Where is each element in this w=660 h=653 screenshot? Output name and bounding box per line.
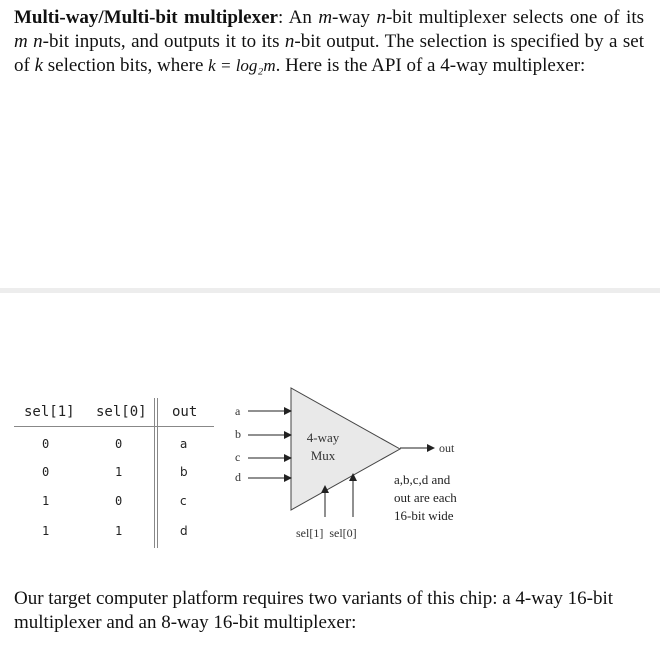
- header-sel1: sel[1]: [24, 404, 75, 420]
- note-line: 16-bit wide: [394, 508, 454, 523]
- intro-text: -way: [332, 7, 377, 28]
- var-n: n: [284, 31, 295, 52]
- section-divider: [0, 288, 660, 293]
- cell: d: [180, 524, 188, 538]
- width-note: a,b,c,d and out are each 16-bit wide: [394, 471, 484, 525]
- intro-paragraph: Multi-way/Multi-bit multiplexer: An m-wa…: [14, 6, 644, 78]
- column-rule: [157, 398, 158, 548]
- cell: 0: [42, 465, 50, 479]
- var-m: m: [318, 7, 333, 28]
- cell: 0: [115, 494, 123, 508]
- var-m: m: [14, 31, 28, 52]
- intro-text: . Here is the API of a 4-way multiplexer…: [275, 55, 586, 76]
- cell: 0: [115, 437, 123, 451]
- intro-text: selection bits, where: [43, 55, 209, 76]
- cell: b: [180, 465, 188, 479]
- var-k: k: [34, 55, 44, 76]
- outro-paragraph: Our target computer platform requires tw…: [14, 588, 614, 633]
- cell: 0: [42, 437, 50, 451]
- mux-body: [290, 387, 402, 511]
- input-label-c: c: [235, 450, 240, 464]
- truth-table: sel[1] sel[0] out 0 0 a 0 1 b 1 0 c 1 1 …: [14, 398, 214, 548]
- header-sel0: sel[0]: [96, 404, 147, 420]
- mux-label-line2: Mux: [311, 448, 336, 463]
- input-label-a: a: [235, 404, 241, 418]
- cell: c: [180, 494, 187, 508]
- formula: k = log₂m: [208, 56, 276, 75]
- term-heading: Multi-way/Multi-bit multiplexer: [14, 7, 278, 28]
- mux-diagram: a b c d 4-way Mux out sel[1] sel[0]: [235, 387, 455, 540]
- cell: 1: [115, 524, 123, 538]
- column-rule: [154, 398, 155, 548]
- intro-text: : An: [277, 7, 319, 28]
- mux-label-line1: 4-way: [307, 430, 340, 445]
- select-label: sel[1] sel[0]: [296, 526, 357, 540]
- header-rule: [14, 426, 214, 427]
- cell: 1: [115, 465, 123, 479]
- note-line: a,b,c,d and: [394, 472, 451, 487]
- input-label-b: b: [235, 427, 241, 441]
- output-label: out: [439, 441, 455, 455]
- header-out: out: [172, 404, 198, 420]
- cell: a: [180, 437, 188, 451]
- input-label-d: d: [235, 470, 241, 484]
- note-line: out are each: [394, 490, 457, 505]
- var-n: n: [376, 7, 386, 28]
- cell: 1: [42, 494, 50, 508]
- cell: 1: [42, 524, 50, 538]
- intro-text: -bit inputs, and outputs it to its: [42, 31, 285, 52]
- var-n: n: [33, 31, 43, 52]
- intro-text: -bit multiplexer selects one of its: [385, 7, 644, 28]
